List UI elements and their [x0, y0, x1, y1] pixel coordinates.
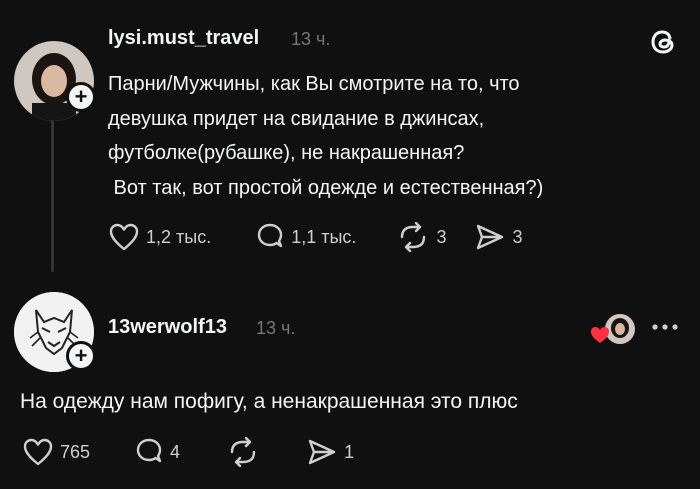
plus-icon: +	[74, 343, 88, 368]
liked-by-author-indicator	[589, 314, 637, 346]
reply-actions: 765 4 1	[22, 437, 354, 467]
share-button[interactable]: 1	[306, 437, 354, 467]
repost-button[interactable]	[226, 437, 260, 467]
repost-button[interactable]: 3	[396, 222, 446, 252]
post-text-line: Парни/Мужчины, как Вы смотрите на то, чт…	[108, 73, 520, 95]
reply-username[interactable]: 13werwolf13	[108, 316, 227, 339]
post-username[interactable]: lysi.must_travel	[108, 27, 259, 50]
plus-icon: +	[74, 84, 88, 109]
threads-screen: + lysi.must_travel 13 ч. Парни/Мужчины, …	[0, 0, 700, 489]
reply-count: 4	[170, 441, 181, 462]
heart-icon	[23, 438, 53, 466]
post-text-line: футболке(рубашке), не накрашенная?	[108, 142, 465, 164]
follow-plus-button[interactable]: +	[66, 82, 96, 112]
reply-timestamp: 13 ч.	[256, 318, 296, 338]
follow-plus-button[interactable]: +	[66, 341, 96, 371]
more-icon[interactable]	[650, 320, 680, 334]
share-icon	[477, 224, 504, 250]
reply-count: 1,1 тыс.	[291, 226, 357, 247]
share-icon	[308, 439, 336, 465]
like-button[interactable]: 765	[22, 437, 90, 467]
comment-icon	[136, 438, 162, 463]
share-button[interactable]: 3	[474, 222, 522, 252]
reply-button[interactable]: 1,1 тыс.	[255, 222, 356, 252]
share-count: 1	[344, 441, 355, 462]
like-count: 1,2 тыс.	[146, 226, 212, 247]
heart-icon	[109, 223, 139, 251]
repost-icon	[230, 437, 256, 467]
thread-connector-line	[51, 120, 54, 272]
repost-count: 3	[436, 226, 447, 247]
reply-button[interactable]: 4	[134, 437, 180, 467]
liked-heart-icon	[591, 327, 609, 343]
post-text: Парни/Мужчины, как Вы смотрите на то, чт…	[108, 67, 688, 205]
post-timestamp: 13 ч.	[291, 29, 331, 49]
like-button[interactable]: 1,2 тыс.	[108, 222, 211, 252]
like-count: 765	[60, 441, 91, 462]
post-actions: 1,2 тыс. 1,1 тыс. 3 3	[108, 222, 522, 252]
comment-icon	[258, 223, 283, 248]
reply-text: На одежду нам пофигу, а ненакрашенная эт…	[20, 390, 518, 413]
share-count: 3	[512, 226, 523, 247]
threads-logo-icon[interactable]	[648, 25, 680, 57]
repost-icon	[401, 222, 426, 252]
post-text-line: девушка придет на свидание в джинсах,	[108, 107, 485, 130]
post-text-line: Вот так, вот простой одежде и естественн…	[108, 176, 544, 199]
